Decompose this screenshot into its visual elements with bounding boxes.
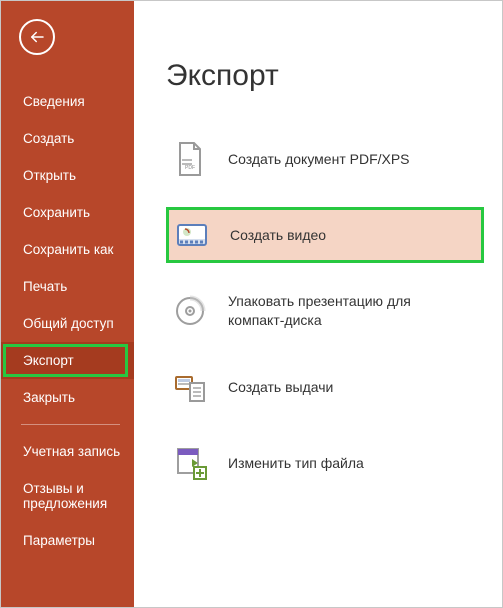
sidebar-item-export[interactable]: Экспорт: [1, 342, 134, 379]
sidebar-item-share[interactable]: Общий доступ: [1, 305, 134, 342]
page-title: Экспорт: [166, 59, 484, 93]
option-package-for-cd[interactable]: Упаковать презентацию для компакт-диска: [166, 283, 484, 339]
sidebar-item-info[interactable]: Сведения: [1, 83, 134, 120]
svg-text:PDF: PDF: [185, 165, 195, 171]
option-label: Изменить тип файла: [228, 454, 364, 473]
sidebar-item-close[interactable]: Закрыть: [1, 379, 134, 416]
export-options: PDF Создать документ PDF/XPS Создать вид…: [166, 131, 484, 491]
sidebar-item-label: Общий доступ: [23, 316, 114, 331]
option-label: Упаковать презентацию для компакт-диска: [228, 292, 458, 330]
backstage-sidebar: Сведения Создать Открыть Сохранить Сохра…: [1, 1, 134, 607]
option-create-video[interactable]: Создать видео: [166, 207, 484, 263]
option-label: Создать видео: [230, 226, 326, 245]
sidebar-item-save[interactable]: Сохранить: [1, 194, 134, 231]
sidebar-item-label: Открыть: [23, 168, 76, 183]
compact-disc-icon: [170, 291, 210, 331]
sidebar-item-label: Сохранить как: [23, 242, 113, 257]
sidebar-item-account[interactable]: Учетная запись: [1, 433, 134, 470]
sidebar-item-open[interactable]: Открыть: [1, 157, 134, 194]
option-label: Создать выдачи: [228, 378, 333, 397]
sidebar-item-feedback[interactable]: Отзывы и предложения: [1, 470, 134, 522]
change-file-type-icon: [170, 443, 210, 483]
option-create-pdf-xps[interactable]: PDF Создать документ PDF/XPS: [166, 131, 484, 187]
sidebar-item-label: Печать: [23, 279, 67, 294]
sidebar-item-label: Учетная запись: [23, 444, 120, 459]
back-button[interactable]: [19, 19, 55, 55]
content-pane: Экспорт PDF Создать документ PDF/XPS Соз…: [134, 1, 502, 607]
sidebar-item-label: Экспорт: [23, 353, 74, 368]
option-create-handouts[interactable]: Создать выдачи: [166, 359, 484, 415]
option-change-file-type[interactable]: Изменить тип файла: [166, 435, 484, 491]
option-label: Создать документ PDF/XPS: [228, 150, 410, 169]
handouts-icon: [170, 367, 210, 407]
sidebar-item-save-as[interactable]: Сохранить как: [1, 231, 134, 268]
sidebar-item-label: Сведения: [23, 94, 85, 109]
sidebar-item-label: Закрыть: [23, 390, 75, 405]
sidebar-item-options[interactable]: Параметры: [1, 522, 134, 559]
sidebar-item-label: Параметры: [23, 533, 95, 548]
video-film-icon: [172, 215, 212, 255]
sidebar-item-new[interactable]: Создать: [1, 120, 134, 157]
sidebar-item-label: Сохранить: [23, 205, 90, 220]
sidebar-item-label: Отзывы и предложения: [23, 481, 107, 511]
sidebar-item-label: Создать: [23, 131, 74, 146]
sidebar-divider: [21, 424, 120, 425]
arrow-left-icon: [28, 28, 46, 46]
sidebar-item-print[interactable]: Печать: [1, 268, 134, 305]
pdf-xps-document-icon: PDF: [170, 139, 210, 179]
